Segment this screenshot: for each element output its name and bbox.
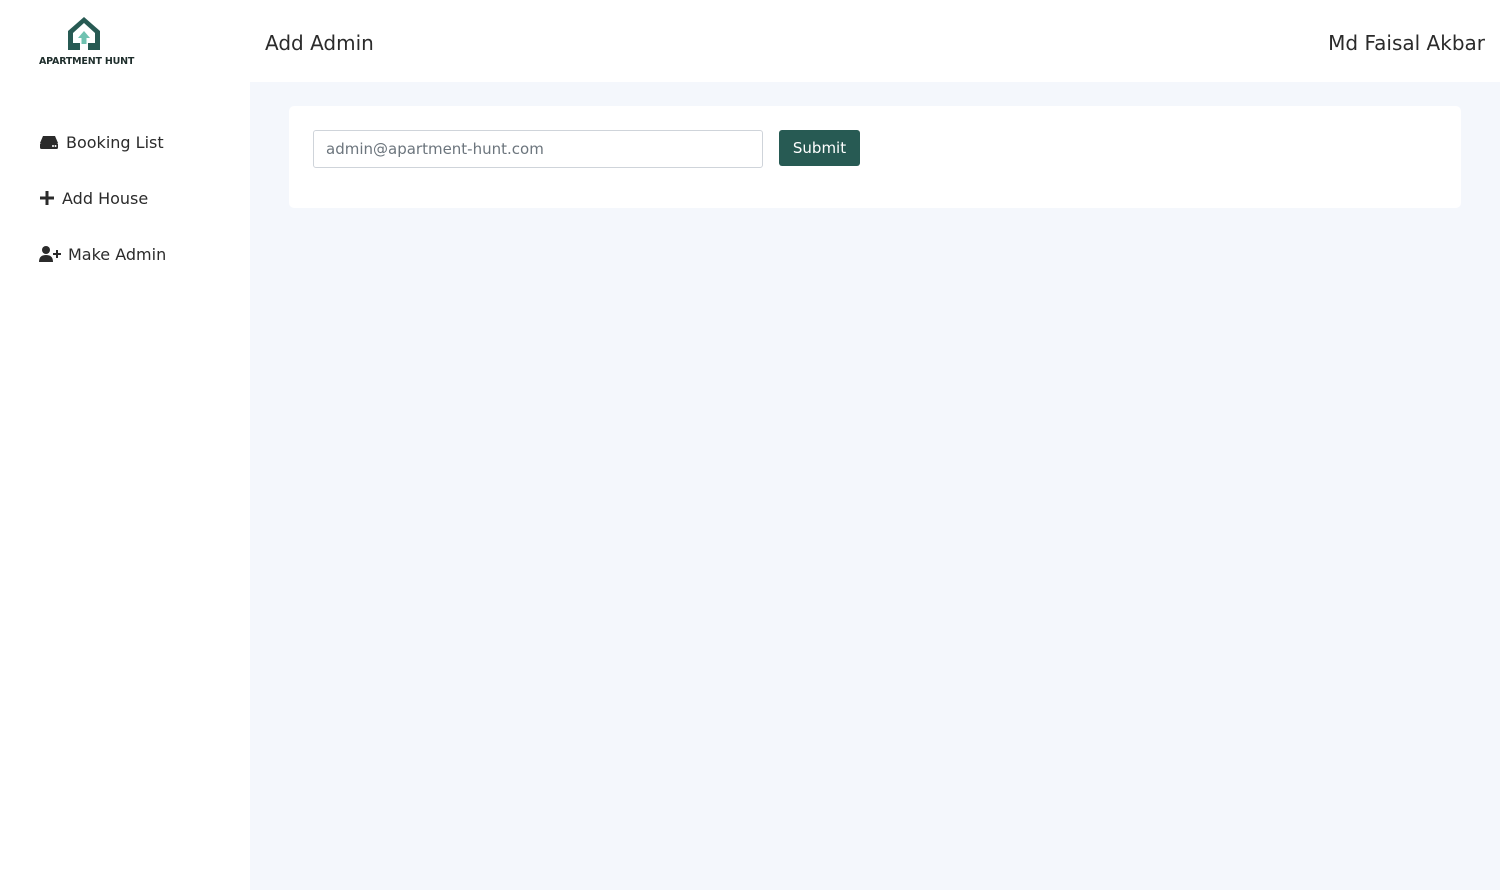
sidebar-item-make-admin[interactable]: Make Admin (38, 238, 166, 270)
sidebar: APARTMENT HUNT Booking List Add House Ma… (0, 0, 250, 890)
user-name[interactable]: Md Faisal Akbar (1328, 31, 1485, 55)
brand-name: APARTMENT HUNT (39, 56, 135, 67)
page-title: Add Admin (265, 31, 374, 55)
logo[interactable]: APARTMENT HUNT (39, 14, 135, 70)
user-plus-icon (38, 243, 62, 265)
sidebar-item-label: Booking List (66, 132, 164, 152)
submit-button[interactable]: Submit (779, 130, 860, 166)
sidebar-nav: Booking List Add House Make Admin (38, 126, 166, 294)
email-input[interactable] (313, 130, 763, 168)
sidebar-item-label: Make Admin (68, 244, 167, 264)
hdd-icon (38, 131, 60, 153)
add-admin-card: Submit (289, 106, 1461, 208)
main-content: Submit (250, 82, 1500, 890)
plus-icon (38, 187, 56, 209)
app-root: APARTMENT HUNT Booking List Add House Ma… (0, 0, 1500, 890)
sidebar-item-booking-list[interactable]: Booking List (38, 126, 166, 158)
house-icon (68, 17, 100, 50)
sidebar-item-label: Add House (62, 188, 149, 208)
sidebar-item-add-house[interactable]: Add House (38, 182, 166, 214)
